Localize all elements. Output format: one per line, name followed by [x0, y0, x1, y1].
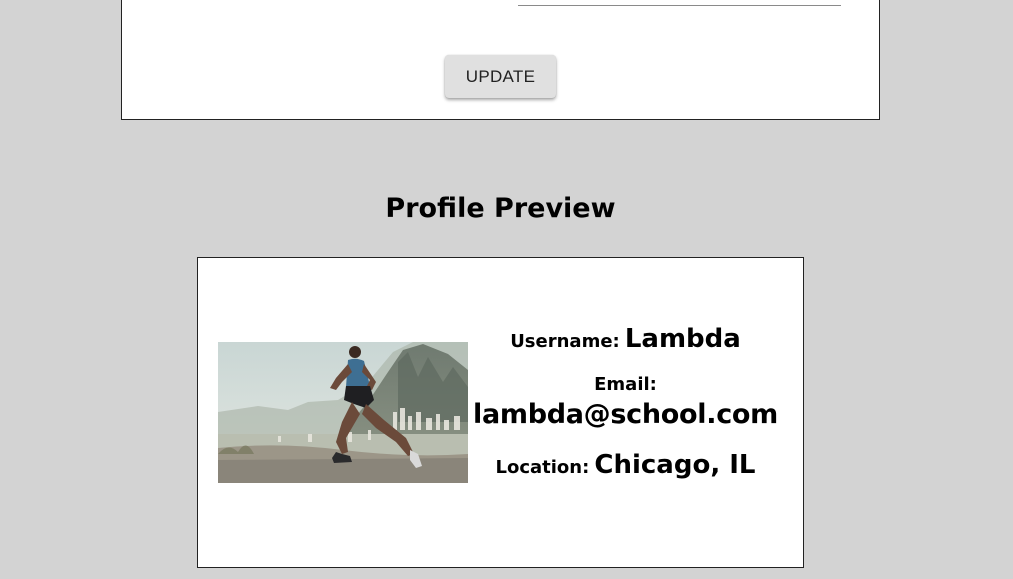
email-value: lambda@school.com	[473, 399, 778, 430]
location-row: Location: Chicago, IL	[473, 450, 778, 480]
text-input-underline[interactable]	[518, 5, 841, 6]
profile-photo	[218, 342, 468, 483]
update-button[interactable]: UPDATE	[445, 55, 556, 98]
runner-photo-icon	[218, 342, 468, 483]
profile-info: Username: Lambda Email: lambda@school.co…	[473, 324, 778, 498]
email-row: Email: lambda@school.com	[473, 372, 778, 432]
location-label: Location:	[495, 457, 590, 478]
username-label: Username:	[510, 331, 620, 352]
username-value: Lambda	[624, 324, 741, 354]
email-label: Email:	[594, 374, 657, 395]
location-value: Chicago, IL	[594, 450, 756, 480]
profile-preview-card: Username: Lambda Email: lambda@school.co…	[197, 257, 804, 568]
page-title: Profile Preview	[385, 193, 616, 224]
profile-form-card: UPDATE	[121, 0, 880, 120]
username-row: Username: Lambda	[473, 324, 778, 354]
